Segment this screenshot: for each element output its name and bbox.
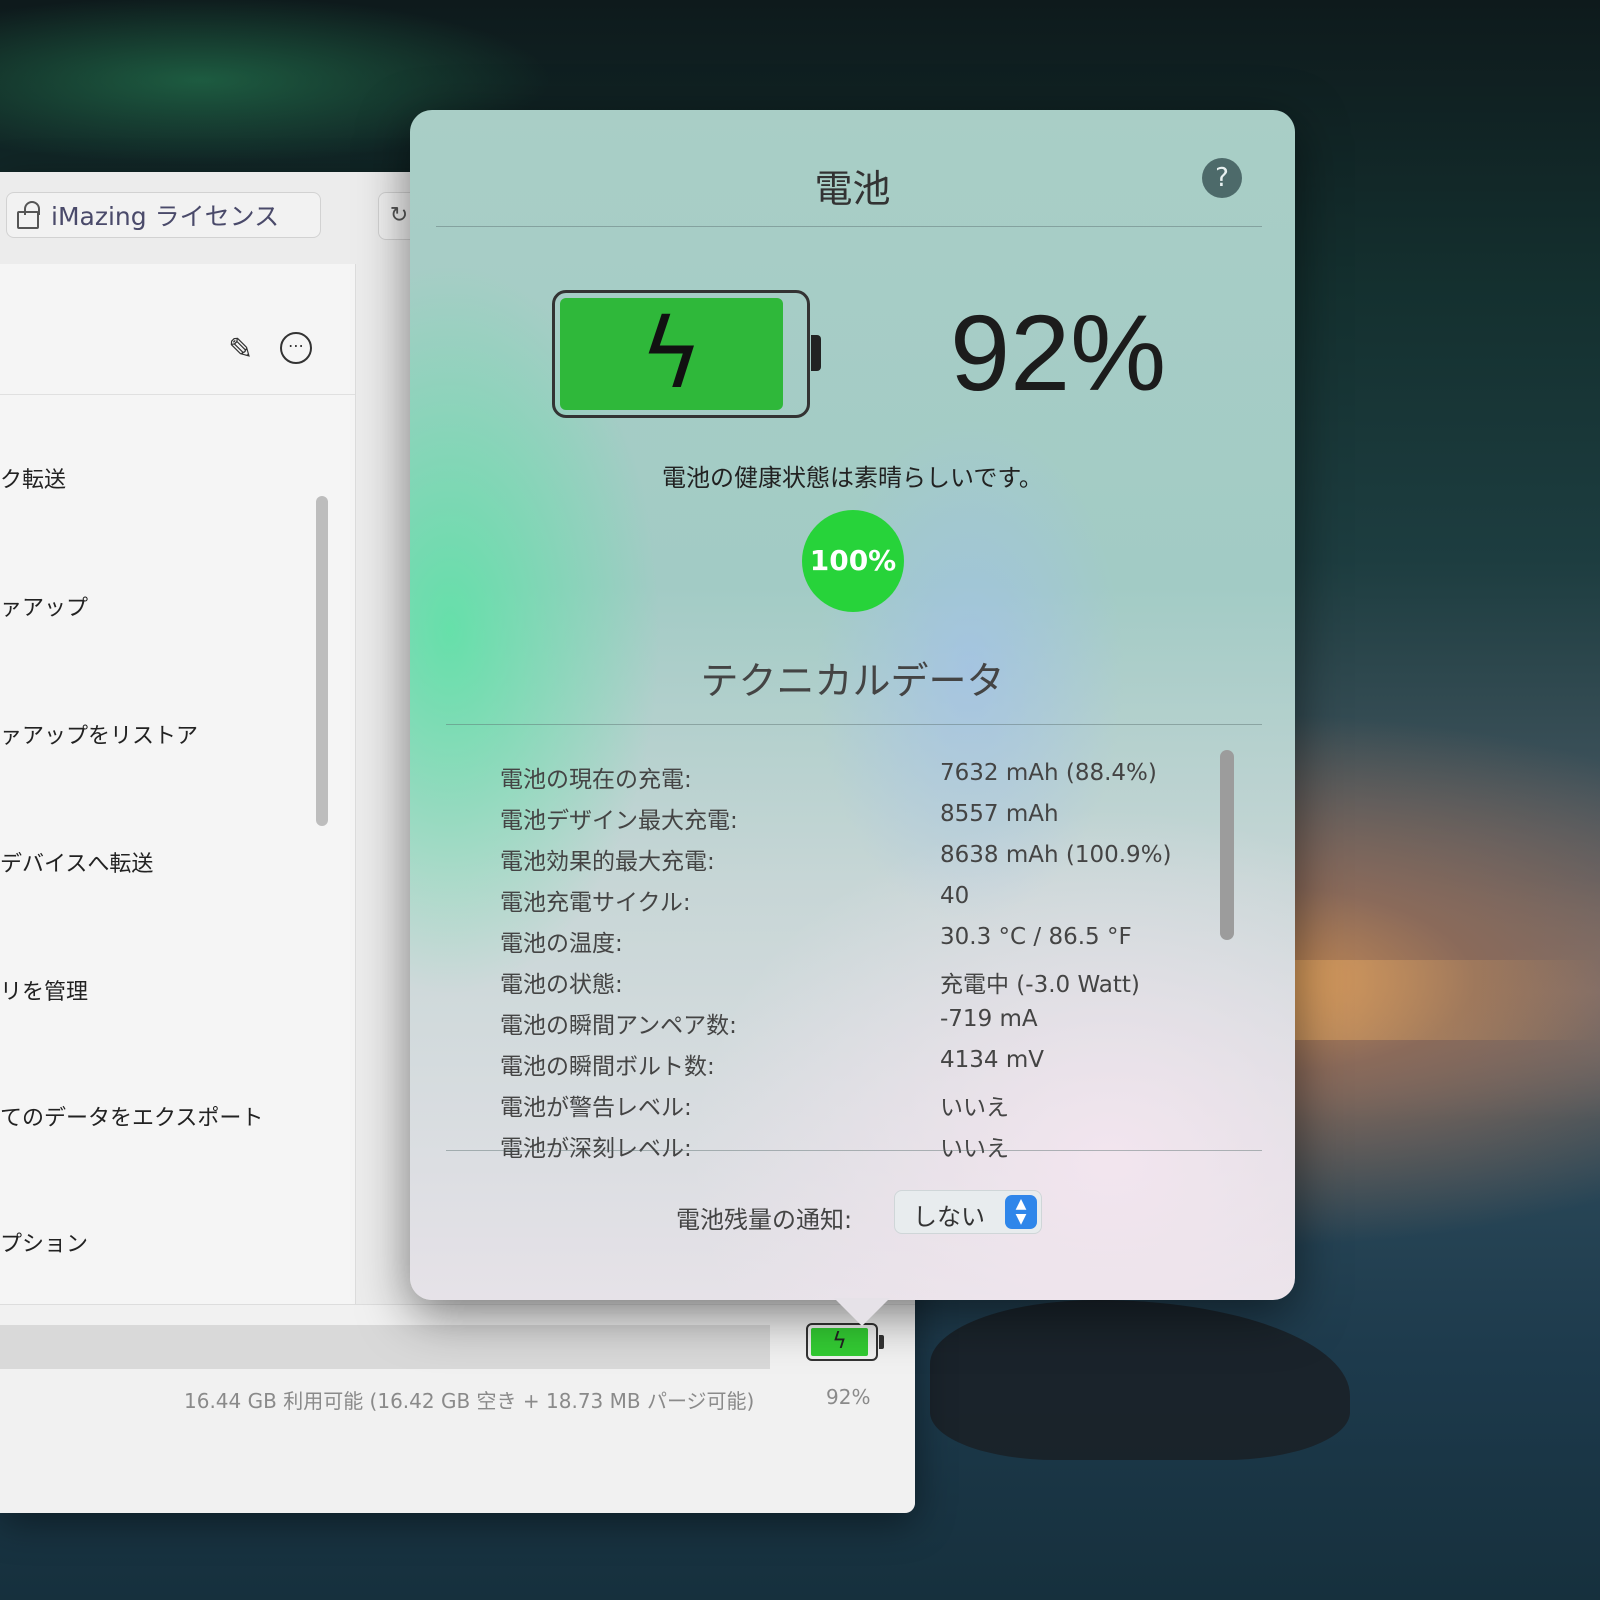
charge-percent: 92% — [950, 292, 1167, 413]
battery-charge-fill: ϟ — [560, 298, 783, 410]
help-button[interactable]: ? — [1202, 158, 1242, 198]
table-row: 電池充電サイクル: 40 — [500, 883, 1220, 923]
device-status-bar: 16.44 GB 利用可能 (16.42 GB 空き + 18.73 MB パー… — [0, 1304, 915, 1513]
table-row: 電池の状態: 充電中 (-3.0 Watt) — [500, 965, 1220, 1005]
list-item[interactable]: ク転送 — [0, 462, 300, 494]
list-vertical-scrollbar[interactable] — [316, 496, 328, 826]
table-row: 電池が警告レベル: いいえ — [500, 1088, 1220, 1128]
refresh-icon: ↻ — [389, 203, 409, 228]
table-row: 電池の温度: 30.3 °C / 86.5 °F — [500, 924, 1220, 964]
list-item[interactable]: ァアップ — [0, 590, 300, 622]
license-tab[interactable]: iMazing ライセンス — [6, 192, 321, 238]
more-icon[interactable]: ⋯ — [280, 332, 312, 364]
row-label: 電池効果的最大充電: — [500, 849, 715, 875]
technical-data-title: テクニカルデータ — [700, 659, 1005, 703]
row-label: 電池の現在の充電: — [500, 767, 692, 793]
table-row: 電池の瞬間ボルト数: 4134 mV — [500, 1047, 1220, 1087]
row-value: 40 — [940, 883, 970, 909]
footer-divider — [446, 1150, 1262, 1151]
action-list-panel: ✎ ⋯ ク転送 ァアップ ァアップをリストア デバイスへ転送 リを管理 てのデー… — [0, 264, 356, 1424]
table-row: 電池効果的最大充電: 8638 mAh (100.9%) — [500, 842, 1220, 882]
popover-arrow — [834, 1298, 890, 1326]
stepper-icon: ▲ ▼ — [1005, 1195, 1037, 1229]
lock-icon — [17, 201, 40, 229]
row-label: 電池デザイン最大充電: — [500, 808, 738, 834]
title-divider — [436, 226, 1262, 227]
list-header: ✎ ⋯ — [0, 264, 355, 395]
pencil-icon[interactable]: ✎ — [228, 332, 253, 367]
battery-graphic: ϟ — [552, 290, 821, 418]
row-label: 電池充電サイクル: — [500, 890, 691, 916]
notify-select-value: しない — [913, 1203, 985, 1231]
row-value: いいえ — [940, 1095, 1009, 1121]
bolt-icon: ϟ — [639, 298, 703, 410]
technical-data-scrollbar[interactable] — [1220, 750, 1234, 940]
health-status-text: 電池の健康状態は素晴らしいです。 — [662, 464, 1043, 492]
list-item[interactable]: てのデータをエクスポート — [0, 1100, 300, 1132]
list-item[interactable]: リを管理 — [0, 974, 300, 1006]
wallpaper-rock — [930, 1300, 1350, 1460]
notify-label: 電池残量の通知: — [676, 1206, 853, 1234]
bolt-icon: ϟ — [832, 1329, 847, 1354]
row-value: 7632 mAh (88.4%) — [940, 760, 1157, 786]
help-icon: ? — [1215, 163, 1229, 193]
row-value: 4134 mV — [940, 1047, 1044, 1073]
row-value: 8557 mAh — [940, 801, 1059, 827]
table-row: 電池が深刻レベル: いいえ — [500, 1129, 1220, 1169]
list-item[interactable]: プション — [0, 1226, 300, 1258]
row-label: 電池が深刻レベル: — [500, 1136, 692, 1162]
tech-divider — [446, 724, 1262, 725]
list-item[interactable]: デバイスへ転送 — [0, 846, 300, 878]
storage-usage-bar — [0, 1325, 770, 1369]
row-value: いいえ — [940, 1136, 1009, 1162]
license-tab-label: iMazing ライセンス — [51, 202, 280, 231]
table-row: 電池の瞬間アンペア数: -719 mA — [500, 1006, 1220, 1046]
notify-select[interactable]: しない ▲ ▼ — [894, 1190, 1042, 1234]
popover-title: 電池 — [814, 167, 891, 211]
row-label: 電池が警告レベル: — [500, 1095, 692, 1121]
row-value: 8638 mAh (100.9%) — [940, 842, 1172, 868]
row-value: 30.3 °C / 86.5 °F — [940, 924, 1132, 950]
list-item[interactable]: ァアップをリストア — [0, 718, 300, 750]
battery-button[interactable]: ϟ — [806, 1323, 884, 1361]
row-label: 電池の状態: — [500, 972, 623, 998]
battery-popover: 電池 ? ϟ 92% 電池の健康状態は素晴らしいです。 100% テクニカルデー… — [410, 110, 1295, 1300]
row-label: 電池の瞬間ボルト数: — [500, 1054, 715, 1080]
table-row: 電池デザイン最大充電: 8557 mAh — [500, 801, 1220, 841]
row-label: 電池の瞬間アンペア数: — [500, 1013, 737, 1039]
table-row: 電池の現在の充電: 7632 mAh (88.4%) — [500, 760, 1220, 800]
row-value: -719 mA — [940, 1006, 1038, 1032]
battery-percent-label: 92% — [826, 1385, 871, 1409]
technical-data-table: 電池の現在の充電: 7632 mAh (88.4%) 電池デザイン最大充電: 855… — [500, 750, 1220, 1270]
battery-fill: ϟ — [811, 1328, 869, 1356]
health-badge: 100% — [802, 510, 904, 612]
storage-text: 16.44 GB 利用可能 (16.42 GB 空き + 18.73 MB パー… — [184, 1389, 755, 1413]
row-value: 充電中 (-3.0 Watt) — [940, 972, 1140, 998]
row-label: 電池の温度: — [500, 931, 623, 957]
